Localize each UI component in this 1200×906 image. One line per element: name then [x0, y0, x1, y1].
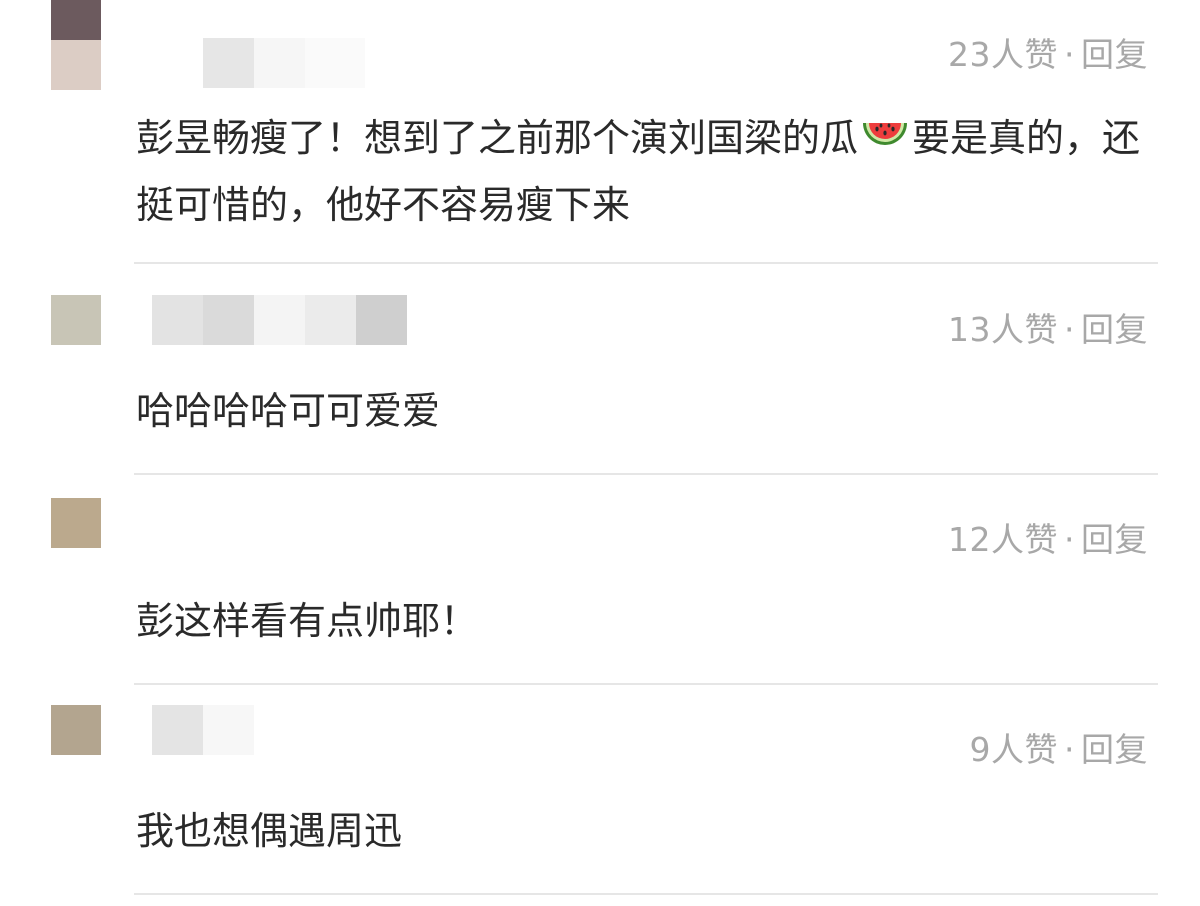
comment-meta: 23人赞 · 回复: [948, 28, 1148, 76]
reply-button[interactable]: 回复: [1081, 310, 1148, 349]
like-count[interactable]: 12人赞: [948, 520, 1058, 559]
avatar[interactable]: [51, 498, 101, 548]
comment-text: 哈哈哈哈可可爱爱: [136, 389, 441, 433]
meta-separator: ·: [1064, 310, 1075, 349]
like-count[interactable]: 23人赞: [948, 35, 1058, 74]
like-count[interactable]: 9人赞: [970, 730, 1059, 769]
comment-item: 9人赞 · 回复 我也想偶遇周迅: [0, 685, 1200, 906]
meta-separator: ·: [1064, 35, 1075, 74]
avatar[interactable]: [51, 705, 101, 755]
comment-item: 12人赞 · 回复 彭这样看有点帅耶！: [0, 475, 1200, 685]
comment-item: 23人赞 · 回复 彭昱畅瘦了！想到了之前那个演刘国梁的瓜 要是真的，还挺可惜的，他好…: [0, 0, 1200, 265]
username-blurred[interactable]: [152, 705, 254, 755]
reply-button[interactable]: 回复: [1081, 520, 1148, 559]
avatar[interactable]: [51, 0, 101, 90]
meta-separator: ·: [1064, 520, 1075, 559]
comment-item: 13人赞 · 回复 哈哈哈哈可可爱爱: [0, 265, 1200, 475]
comment-meta: 9人赞 · 回复: [970, 723, 1149, 771]
reply-button[interactable]: 回复: [1081, 730, 1148, 769]
divider: [134, 262, 1158, 264]
divider: [134, 893, 1158, 895]
meta-separator: ·: [1064, 730, 1075, 769]
comment-text: 我也想偶遇周迅: [136, 809, 403, 853]
comment-text-part: 彭昱畅瘦了！想到了之前那个演刘国梁的瓜: [136, 116, 859, 160]
username-blurred[interactable]: [203, 38, 365, 88]
comment-text: 彭昱畅瘦了！想到了之前那个演刘国梁的瓜 要是真的，还挺可惜的，他好不容易瘦下来: [136, 105, 1158, 239]
reply-button[interactable]: 回复: [1081, 35, 1148, 74]
comment-meta: 13人赞 · 回复: [948, 303, 1148, 351]
like-count[interactable]: 13人赞: [948, 310, 1058, 349]
avatar[interactable]: [51, 295, 101, 345]
watermelon-icon: [860, 109, 910, 149]
comment-meta: 12人赞 · 回复: [948, 513, 1148, 561]
username-blurred[interactable]: [152, 295, 407, 345]
comment-text: 彭这样看有点帅耶！: [136, 599, 479, 643]
